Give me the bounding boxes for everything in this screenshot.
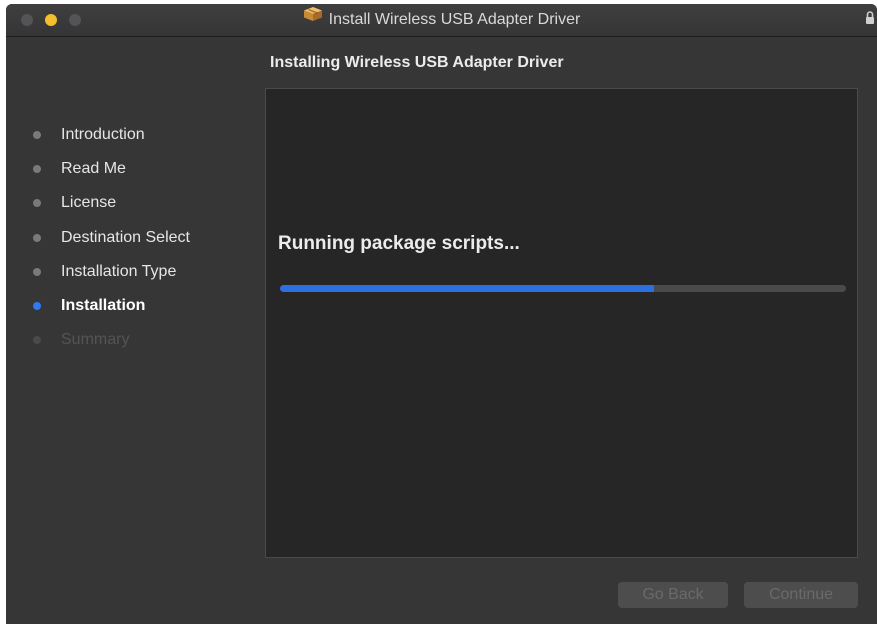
step-label: Read Me	[61, 160, 126, 178]
install-status-text: Running package scripts...	[278, 233, 520, 254]
content-panel: Running package scripts...	[265, 88, 858, 558]
step-read-me: Read Me	[30, 152, 190, 186]
package-icon	[303, 4, 323, 34]
installer-steps: Introduction Read Me License Destination…	[30, 118, 190, 357]
step-dot	[33, 267, 41, 276]
title-bar[interactable]: Install Wireless USB Adapter Driver	[6, 4, 877, 37]
step-dot	[33, 336, 41, 345]
window-title: Install Wireless USB Adapter Driver	[328, 11, 581, 29]
step-label: Summary	[61, 331, 130, 349]
step-label: Installation Type	[61, 262, 177, 280]
step-installation-type: Installation Type	[30, 255, 190, 289]
step-label: License	[61, 194, 117, 212]
step-introduction: Introduction	[30, 118, 190, 152]
step-summary: Summary	[30, 323, 190, 357]
page-subtitle: Installing Wireless USB Adapter Driver	[270, 54, 564, 71]
step-destination-select: Destination Select	[30, 221, 190, 255]
step-label: Introduction	[61, 126, 145, 144]
step-dot	[33, 165, 41, 174]
progress-bar	[280, 285, 846, 292]
installer-window: Install Wireless USB Adapter Driver Inst…	[6, 4, 877, 624]
step-license: License	[30, 186, 190, 220]
step-dot	[33, 199, 41, 208]
step-installation: Installation	[30, 289, 190, 323]
continue-button[interactable]: Continue	[744, 582, 858, 608]
step-label: Installation	[61, 297, 146, 315]
step-label: Destination Select	[61, 228, 190, 246]
go-back-button[interactable]: Go Back	[618, 582, 728, 608]
step-dot-current	[33, 302, 41, 311]
step-dot	[33, 233, 41, 242]
step-dot	[33, 131, 41, 140]
window-title-area: Install Wireless USB Adapter Driver	[6, 4, 877, 36]
lock-icon	[865, 10, 875, 31]
progress-bar-fill	[280, 285, 654, 292]
